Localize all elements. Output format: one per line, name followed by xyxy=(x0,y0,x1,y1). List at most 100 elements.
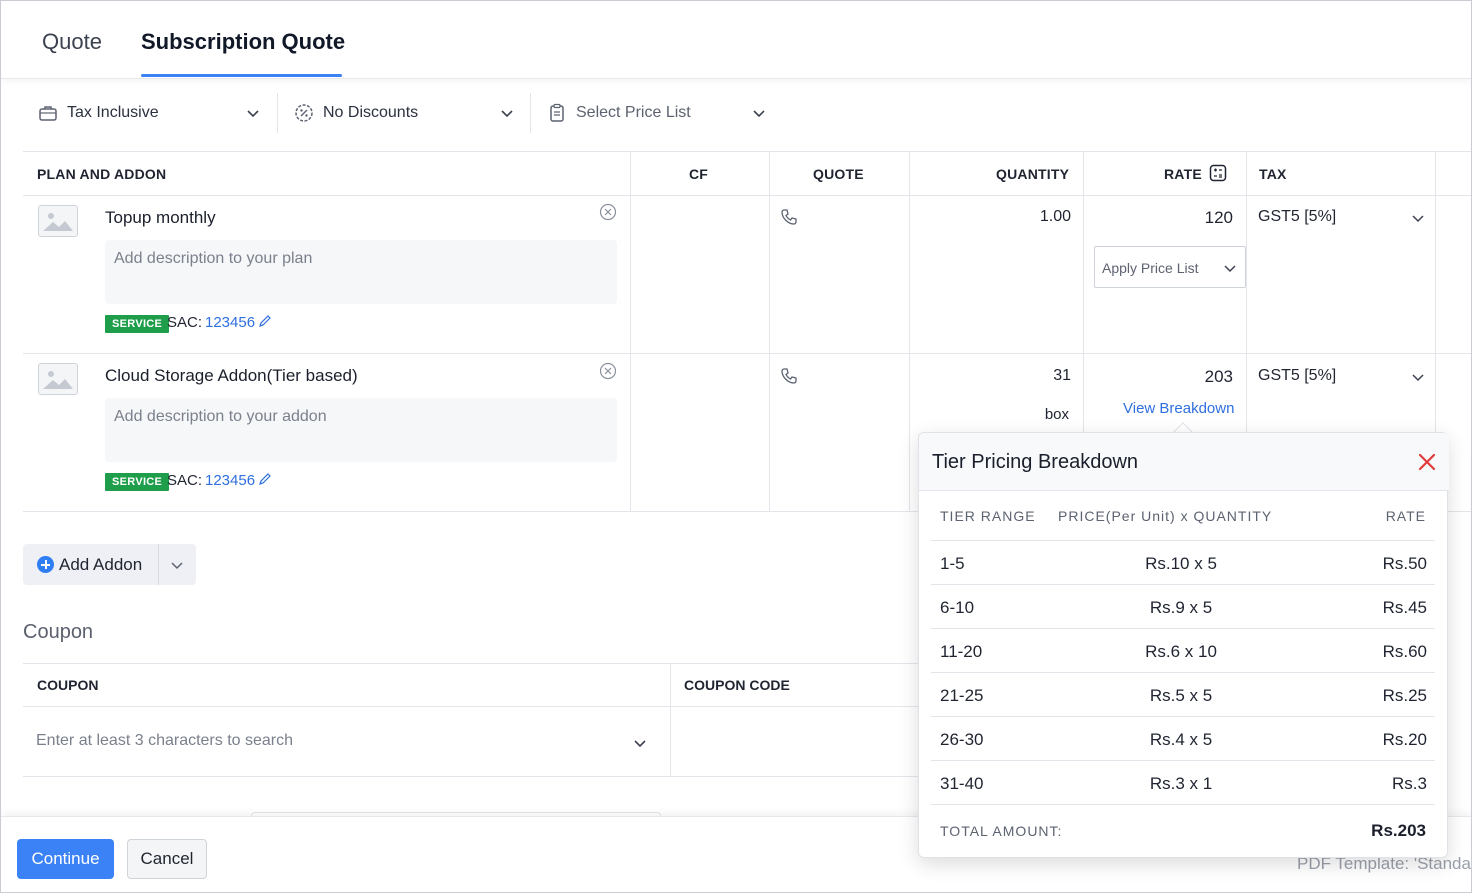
tier-rate: Rs.25 xyxy=(1382,686,1427,705)
popover-header: Tier Pricing Breakdown xyxy=(919,433,1449,491)
calculator-icon[interactable] xyxy=(1209,164,1227,182)
table-border xyxy=(23,151,1471,152)
tier-range: 21-25 xyxy=(940,686,984,705)
tab-bar: Quote Subscription Quote xyxy=(1,1,1471,79)
total-amount-label: TOTAL AMOUNT: xyxy=(940,823,1063,839)
sac-label: SAC: xyxy=(167,472,203,489)
image-placeholder-icon[interactable] xyxy=(38,363,78,395)
item-name: Cloud Storage Addon(Tier based) xyxy=(105,366,358,385)
description-input[interactable]: Add description to your plan xyxy=(105,240,617,304)
table-border xyxy=(23,663,1023,664)
edit-pencil-icon[interactable] xyxy=(258,314,272,328)
add-addon-label: Add Addon xyxy=(59,555,143,574)
column-divider xyxy=(909,151,910,512)
sac-label: SAC: xyxy=(167,314,203,331)
tier-row: 31-40 Rs.3 x 1 Rs.3 xyxy=(931,761,1435,805)
apply-price-list-select[interactable]: Apply Price List xyxy=(1094,246,1246,288)
image-placeholder-icon[interactable] xyxy=(38,205,78,237)
chevron-down-icon[interactable] xyxy=(1411,370,1425,384)
tier-range: 1-5 xyxy=(940,554,965,573)
table-border xyxy=(23,195,1471,196)
coupon-section-title: Coupon xyxy=(23,621,94,643)
tier-pricing-popover: Tier Pricing Breakdown TIER RANGE PRICE(… xyxy=(918,432,1449,858)
chevron-down-icon[interactable] xyxy=(170,558,184,572)
header-quote: QUOTE xyxy=(813,166,864,182)
add-addon-button[interactable]: Add Addon xyxy=(23,544,196,585)
header-tax: TAX xyxy=(1259,166,1287,182)
description-input[interactable]: Add description to your addon xyxy=(105,398,617,462)
rate-value[interactable]: 203 xyxy=(1113,367,1233,387)
chevron-down-icon xyxy=(247,110,259,118)
remove-item-icon[interactable] xyxy=(599,362,617,380)
tier-range: 6-10 xyxy=(940,598,975,617)
briefcase-icon xyxy=(37,102,59,124)
view-breakdown-link[interactable]: View Breakdown xyxy=(1123,400,1234,417)
edit-pencil-icon[interactable] xyxy=(258,472,272,486)
button-divider xyxy=(158,544,159,585)
chevron-down-icon xyxy=(501,110,513,118)
header-coupon: COUPON xyxy=(37,677,99,693)
phone-icon[interactable] xyxy=(780,367,798,385)
phone-icon[interactable] xyxy=(780,208,798,226)
tier-row: 6-10 Rs.9 x 5 Rs.45 xyxy=(931,585,1435,629)
header-quantity: QUANTITY xyxy=(996,166,1070,182)
chevron-down-icon[interactable] xyxy=(1411,211,1425,225)
column-divider xyxy=(769,151,770,512)
tier-range: 31-40 xyxy=(940,774,984,793)
tier-price: Rs.6 x 10 xyxy=(1145,642,1217,661)
tax-mode-label: Tax Inclusive xyxy=(67,104,159,121)
filter-divider xyxy=(530,93,531,133)
sac-value: 123456 xyxy=(205,314,256,331)
description-placeholder: Add description to your addon xyxy=(114,408,327,425)
tier-range: 26-30 xyxy=(940,730,984,749)
discount-icon xyxy=(293,102,315,124)
quantity-value[interactable]: 1.00 xyxy=(951,208,1071,226)
quantity-value[interactable]: 31 xyxy=(951,367,1071,385)
cancel-button[interactable]: Cancel xyxy=(127,839,207,879)
tier-price: Rs.10 x 5 xyxy=(1145,554,1217,573)
table-border xyxy=(23,353,1471,354)
filter-divider xyxy=(277,93,278,133)
tier-price: Rs.3 x 1 xyxy=(1149,774,1213,793)
total-amount-value: Rs.203 xyxy=(1371,821,1426,840)
tier-row: 1-5 Rs.10 x 5 Rs.50 xyxy=(931,541,1435,585)
item-name: Topup monthly xyxy=(105,208,216,227)
tier-range: 11-20 xyxy=(940,642,983,661)
quote-options-bar: Tax Inclusive No Discounts Select Price … xyxy=(23,89,793,137)
tax-value[interactable]: GST5 [5%] xyxy=(1258,208,1336,226)
tab-subscription-quote[interactable]: Subscription Quote xyxy=(141,29,345,55)
discount-dropdown[interactable]: No Discounts xyxy=(293,89,533,137)
tab-quote[interactable]: Quote xyxy=(42,29,102,55)
tier-price: Rs.4 x 5 xyxy=(1149,730,1213,749)
tier-row: 21-25 Rs.5 x 5 Rs.25 xyxy=(931,673,1435,717)
apply-price-list-label: Apply Price List xyxy=(1102,260,1199,276)
header-rate: RATE xyxy=(1164,166,1202,182)
price-list-dropdown[interactable]: Select Price List xyxy=(546,89,786,137)
tier-price: Rs.5 x 5 xyxy=(1149,686,1213,705)
coupon-search-placeholder: Enter at least 3 characters to search xyxy=(36,732,294,749)
sac-value: 123456 xyxy=(205,472,256,489)
tier-price: Rs.9 x 5 xyxy=(1149,598,1213,617)
header-price-quantity: PRICE(Per Unit) x QUANTITY xyxy=(1058,508,1273,524)
subscription-quote-window: Quote Subscription Quote Tax Inclusive N… xyxy=(0,0,1472,893)
tax-value[interactable]: GST5 [5%] xyxy=(1258,367,1336,385)
description-placeholder: Add description to your plan xyxy=(114,250,313,267)
continue-button[interactable]: Continue xyxy=(17,839,114,879)
rate-value[interactable]: 120 xyxy=(1113,208,1233,228)
header-cf: CF xyxy=(689,166,709,182)
close-icon[interactable] xyxy=(1417,452,1437,472)
header-plan-addon: PLAN AND ADDON xyxy=(37,166,167,182)
coupon-search-select[interactable]: Enter at least 3 characters to search xyxy=(23,707,670,776)
quantity-unit: box xyxy=(1044,406,1069,423)
column-divider xyxy=(670,663,671,776)
table-border xyxy=(23,776,1023,777)
tax-mode-dropdown[interactable]: Tax Inclusive xyxy=(37,89,277,137)
header-tier-range: TIER RANGE xyxy=(940,508,1036,524)
tier-rate: Rs.20 xyxy=(1382,730,1427,749)
plus-circle-icon xyxy=(37,556,54,573)
remove-item-icon[interactable] xyxy=(599,203,617,221)
tier-row: 26-30 Rs.4 x 5 Rs.20 xyxy=(931,717,1435,761)
tier-rate: Rs.60 xyxy=(1382,642,1427,661)
service-badge: SERVICE xyxy=(105,473,170,491)
tier-rate: Rs.45 xyxy=(1382,598,1427,617)
